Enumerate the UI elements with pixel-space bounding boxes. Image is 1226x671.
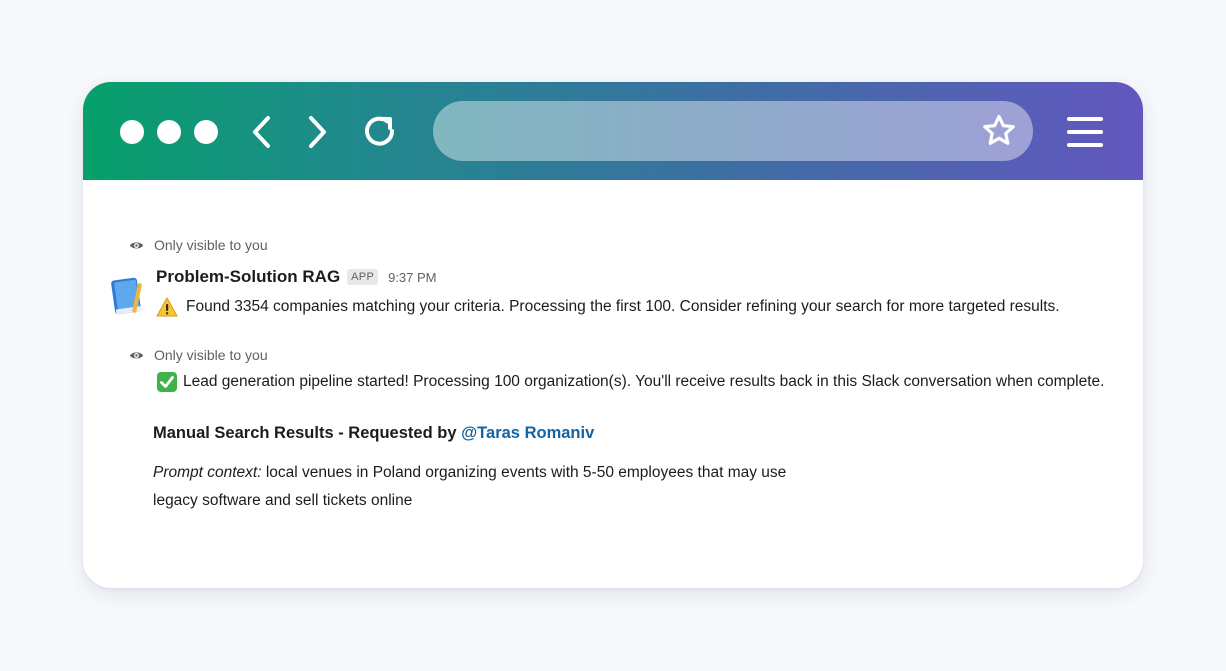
address-input[interactable] — [457, 101, 961, 163]
app-badge: APP — [347, 269, 379, 285]
check-mark-icon — [157, 372, 177, 392]
warning-icon — [156, 297, 178, 317]
success-text: Lead generation pipeline started! Proces… — [183, 373, 1105, 390]
prompt-context-line: Prompt context: local venues in Poland o… — [153, 464, 786, 482]
window-dot[interactable] — [194, 120, 218, 144]
visibility-note-text: Only visible to you — [154, 347, 268, 363]
forward-arrow-icon[interactable] — [297, 112, 337, 152]
window-dot[interactable] — [120, 120, 144, 144]
window-dot[interactable] — [157, 120, 181, 144]
sender-name[interactable]: Problem-Solution RAG — [156, 267, 340, 287]
browser-toolbar — [83, 82, 1143, 180]
eye-icon — [129, 242, 144, 248]
star-icon[interactable] — [981, 113, 1017, 149]
results-title: Manual Search Results - Requested by @Ta… — [153, 424, 594, 443]
results-title-text: Manual Search Results - Requested by — [153, 424, 462, 442]
warning-message: Found 3354 companies matching your crite… — [156, 296, 1060, 318]
user-mention[interactable]: @Taras Romaniv — [461, 424, 594, 442]
timestamp[interactable]: 9:37 PM — [388, 270, 436, 285]
address-bar[interactable] — [433, 101, 1033, 163]
book-icon — [111, 277, 143, 315]
app-avatar[interactable] — [105, 275, 147, 321]
warning-text: Found 3354 companies matching your crite… — [186, 298, 1060, 315]
prompt-label: Prompt context: — [153, 464, 262, 481]
browser-window: Only visible to you Problem-Solution RAG… — [83, 82, 1143, 588]
prompt-text: local venues in Poland organizing events… — [261, 464, 787, 481]
visibility-note: Only visible to you — [129, 237, 268, 253]
message-pane: Only visible to you Problem-Solution RAG… — [83, 180, 1143, 588]
prompt-text: legacy software and sell tickets online — [153, 492, 413, 509]
visibility-note-text: Only visible to you — [154, 237, 268, 253]
hamburger-menu-icon[interactable] — [1065, 112, 1105, 152]
eye-icon — [129, 352, 144, 358]
back-arrow-icon[interactable] — [243, 112, 283, 152]
reload-icon[interactable] — [360, 112, 400, 152]
prompt-context-line: legacy software and sell tickets online — [153, 492, 412, 510]
visibility-note: Only visible to you — [129, 347, 268, 363]
message-header: Problem-Solution RAG APP 9:37 PM — [156, 267, 437, 287]
success-message: Lead generation pipeline started! Proces… — [156, 371, 1104, 393]
